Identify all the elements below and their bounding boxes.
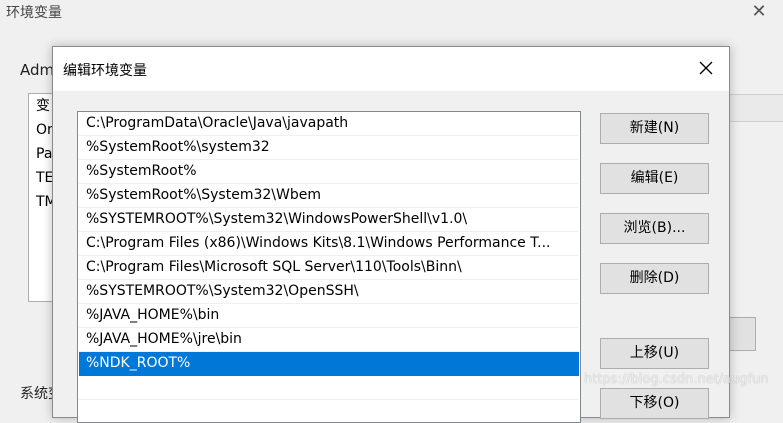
browse-button[interactable]: 浏览(B)... (600, 213, 709, 244)
move-up-button[interactable]: 上移(U) (600, 338, 709, 369)
path-list-item[interactable] (79, 376, 579, 400)
parent-close-icon[interactable]: ✕ (744, 0, 774, 24)
path-list-item[interactable]: %JAVA_HOME%\bin (79, 304, 579, 328)
path-list-item[interactable]: %SystemRoot% (79, 160, 579, 184)
path-list-item[interactable]: %SystemRoot%\system32 (79, 136, 579, 160)
path-list-item[interactable]: %SystemRoot%\System32\Wbem (79, 184, 579, 208)
path-list-item-selected[interactable]: %NDK_ROOT% (79, 352, 579, 376)
parent-window-title: 环境变量 (6, 5, 62, 21)
edit-button[interactable]: 编辑(E) (600, 163, 709, 194)
path-list-item[interactable]: %JAVA_HOME%\jre\bin (79, 328, 579, 352)
close-icon[interactable] (689, 54, 723, 84)
dialog-titlebar: 编辑环境变量 (53, 47, 729, 91)
parent-user-variables-label: Adm (20, 61, 57, 79)
path-list-item[interactable]: %SYSTEMROOT%\System32\OpenSSH\ (79, 280, 579, 304)
dialog-title: 编辑环境变量 (63, 63, 147, 79)
edit-env-variable-dialog: 编辑环境变量 C:\ProgramData\Oracle\Java\javapa… (52, 46, 730, 423)
parent-button-edge[interactable] (729, 317, 756, 351)
watermark: https://blog.csdn.net/augfun (584, 372, 769, 387)
path-list-item[interactable]: %SYSTEMROOT%\System32\WindowsPowerShell\… (79, 208, 579, 232)
new-button[interactable]: 新建(N) (600, 113, 709, 144)
move-down-button[interactable]: 下移(O) (600, 388, 709, 419)
path-list-item[interactable]: C:\Program Files (x86)\Windows Kits\8.1\… (79, 232, 579, 256)
delete-button[interactable]: 删除(D) (600, 263, 709, 294)
parent-list-header-edge (729, 94, 783, 122)
path-list-item[interactable]: C:\Program Files\Microsoft SQL Server\11… (79, 256, 579, 280)
path-list-item[interactable]: C:\ProgramData\Oracle\Java\javapath (79, 112, 579, 136)
path-list[interactable]: C:\ProgramData\Oracle\Java\javapath %Sys… (77, 111, 581, 423)
